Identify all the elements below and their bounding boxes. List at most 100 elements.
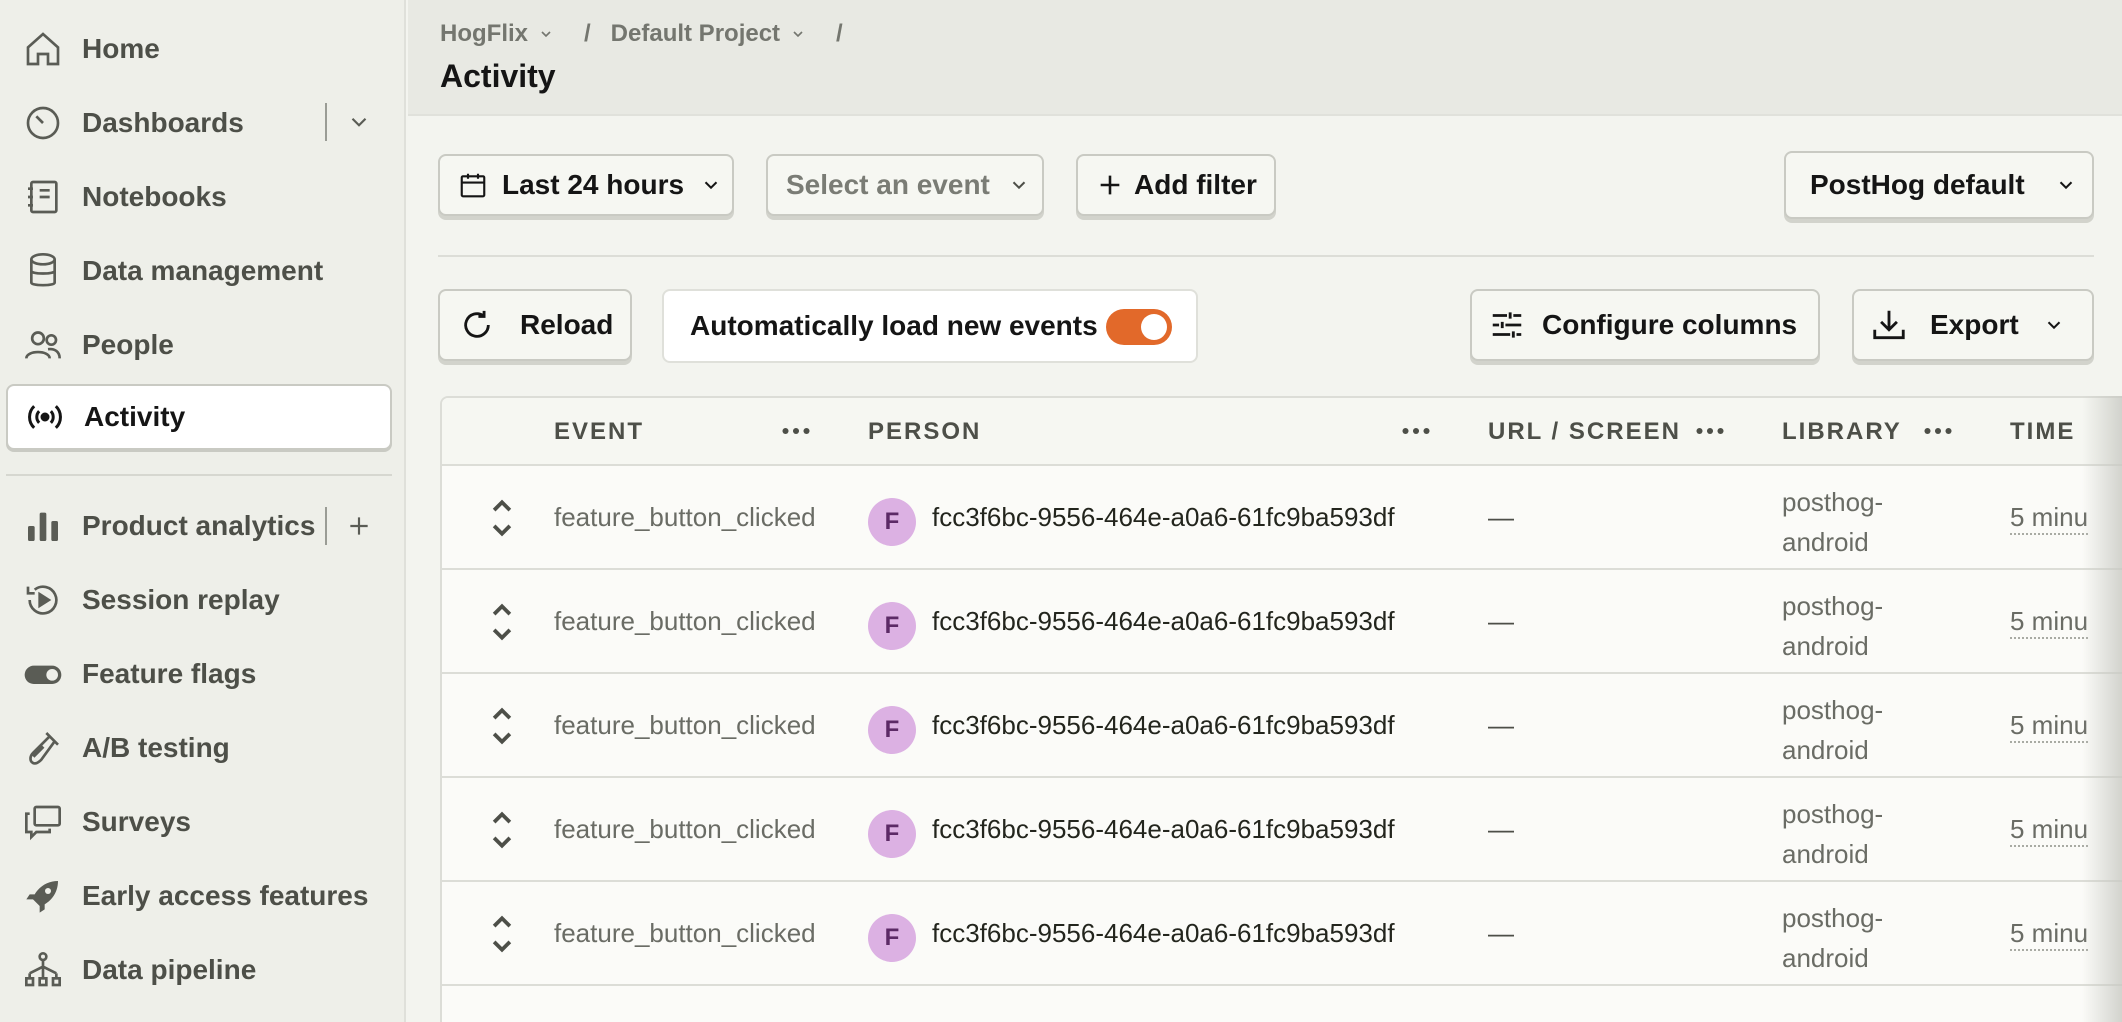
sidebar-item-label: Notebooks — [82, 181, 227, 212]
time-value: 5 minu — [2010, 710, 2089, 743]
toggle-icon — [22, 653, 64, 695]
chevron-down-icon — [2047, 321, 2060, 330]
date-range-button[interactable]: Last 24 hours — [438, 154, 734, 216]
columns-preset-select[interactable]: PostHog default — [1784, 151, 2094, 219]
table-row[interactable]: feature_button_clicked F fcc3f6bc-9556-4… — [442, 570, 2122, 674]
table-row[interactable]: feature_button_clicked F fcc3f6bc-9556-4… — [442, 778, 2122, 882]
url-column-menu-button[interactable] — [1692, 416, 1728, 446]
expand-row-button[interactable] — [482, 600, 522, 644]
table-header: EVENT PERSON URL / SCREEN LIBRARY TIME — [442, 398, 2122, 466]
more-horizontal-icon — [1924, 427, 1952, 435]
expand-row-button[interactable] — [482, 496, 522, 540]
sidebar-item-label: Product analytics — [82, 510, 316, 541]
chevron-down-icon — [704, 181, 718, 190]
column-header-library[interactable]: LIBRARY — [1782, 418, 1902, 446]
dashboards-expand-button[interactable] — [339, 102, 379, 142]
avatar: F — [868, 602, 916, 650]
auto-load-label: Automatically load new events — [690, 310, 1098, 341]
event-name[interactable]: feature_button_clicked — [554, 606, 816, 637]
page-header: HogFlix / Default Project / Activity — [408, 0, 2122, 116]
library-value: posthog-android — [1782, 487, 1884, 557]
sidebar-item-dashboards[interactable]: Dashboards — [6, 90, 392, 156]
export-button[interactable]: Export — [1852, 289, 2094, 361]
sidebar-item-ab-testing[interactable]: A/B testing — [6, 715, 392, 781]
person-column-menu-button[interactable] — [1398, 416, 1434, 446]
configure-columns-button[interactable]: Configure columns — [1470, 289, 1820, 361]
horizontal-scroll-shadow — [2082, 396, 2122, 1022]
replay-icon — [22, 579, 64, 621]
person-id[interactable]: fcc3f6bc-9556-464e-a0a6-61fc9ba593df — [932, 502, 1395, 533]
person-id[interactable]: fcc3f6bc-9556-464e-a0a6-61fc9ba593df — [932, 918, 1395, 949]
divider — [325, 507, 327, 545]
column-header-person[interactable]: PERSON — [868, 418, 981, 446]
avatar: F — [868, 706, 916, 754]
event-select[interactable]: Select an event — [766, 154, 1044, 216]
broadcast-icon — [24, 396, 66, 438]
new-insight-button[interactable] — [339, 506, 379, 546]
sidebar-item-data-pipeline[interactable]: Data pipeline — [6, 937, 392, 1003]
switch-knob — [1141, 314, 1167, 340]
avatar: F — [868, 810, 916, 858]
table-row[interactable]: feature_button_clicked F fcc3f6bc-9556-4… — [442, 882, 2122, 986]
sidebar-item-people[interactable]: People — [6, 312, 392, 378]
flask-icon — [22, 727, 64, 769]
avatar: F — [868, 914, 916, 962]
url-value: — — [1488, 814, 1514, 844]
add-filter-button[interactable]: Add filter — [1076, 154, 1276, 216]
sidebar-item-data-management[interactable]: Data management — [6, 238, 392, 304]
reload-icon — [464, 310, 490, 338]
url-value: — — [1488, 502, 1514, 532]
breadcrumb-separator: / — [584, 20, 591, 47]
column-header-time[interactable]: TIME — [2010, 418, 2075, 446]
event-name[interactable]: feature_button_clicked — [554, 814, 816, 845]
sidebar-item-surveys[interactable]: Surveys — [6, 789, 392, 855]
expand-row-button[interactable] — [482, 704, 522, 748]
notebook-icon — [22, 176, 64, 218]
sidebar-item-label: Activity — [84, 401, 186, 432]
download-icon — [1873, 310, 1905, 340]
chevron-up-down-icon — [492, 603, 512, 641]
table-row[interactable]: feature_button_clicked F fcc3f6bc-9556-4… — [442, 466, 2122, 570]
time-value: 5 minu — [2010, 918, 2089, 951]
sidebar-item-product-analytics[interactable]: Product analytics — [6, 493, 392, 559]
library-column-menu-button[interactable] — [1920, 416, 1956, 446]
event-name[interactable]: feature_button_clicked — [554, 502, 816, 533]
library-value: posthog-android — [1782, 799, 1884, 869]
reload-button[interactable]: Reload — [438, 289, 632, 361]
home-icon — [22, 28, 64, 70]
person-id[interactable]: fcc3f6bc-9556-464e-a0a6-61fc9ba593df — [932, 710, 1395, 741]
person-id[interactable]: fcc3f6bc-9556-464e-a0a6-61fc9ba593df — [932, 606, 1395, 637]
auto-load-switch[interactable] — [1106, 309, 1172, 345]
table-row[interactable]: feature_button_clicked F fcc3f6bc-9556-4… — [442, 674, 2122, 778]
library-value: posthog-android — [1782, 591, 1884, 661]
column-header-event[interactable]: EVENT — [554, 418, 644, 446]
event-name[interactable]: feature_button_clicked — [554, 710, 816, 741]
sidebar-item-label: Feature flags — [82, 658, 257, 689]
sidebar-item-label: Home — [82, 33, 160, 64]
more-horizontal-icon — [1696, 427, 1724, 435]
event-name[interactable]: feature_button_clicked — [554, 918, 816, 949]
sidebar-item-early-access[interactable]: Early access features — [6, 863, 392, 929]
sidebar-item-session-replay[interactable]: Session replay — [6, 567, 392, 633]
breadcrumb-project[interactable]: Default Project — [611, 20, 806, 48]
chevron-down-icon — [793, 31, 803, 38]
person-id[interactable]: fcc3f6bc-9556-464e-a0a6-61fc9ba593df — [932, 814, 1395, 845]
breadcrumb-organization[interactable]: HogFlix — [440, 20, 554, 48]
sidebar-item-home[interactable]: Home — [6, 16, 392, 82]
event-column-menu-button[interactable] — [778, 416, 814, 446]
sidebar-item-feature-flags[interactable]: Feature flags — [6, 641, 392, 707]
gauge-icon — [22, 102, 64, 144]
library-value: posthog-android — [1782, 903, 1884, 973]
expand-row-button[interactable] — [482, 912, 522, 956]
sidebar: Home Dashboards Notebooks Data managemen… — [0, 0, 406, 1022]
divider — [325, 103, 327, 141]
chevron-down-icon — [541, 31, 551, 38]
library-value: posthog-android — [1782, 695, 1884, 765]
sliders-icon — [1492, 312, 1522, 338]
column-header-url[interactable]: URL / SCREEN — [1488, 418, 1681, 446]
bar-chart-icon — [22, 505, 64, 547]
sidebar-item-activity[interactable]: Activity — [6, 384, 392, 450]
expand-row-button[interactable] — [482, 808, 522, 852]
people-icon — [22, 324, 64, 366]
sidebar-item-notebooks[interactable]: Notebooks — [6, 164, 392, 230]
